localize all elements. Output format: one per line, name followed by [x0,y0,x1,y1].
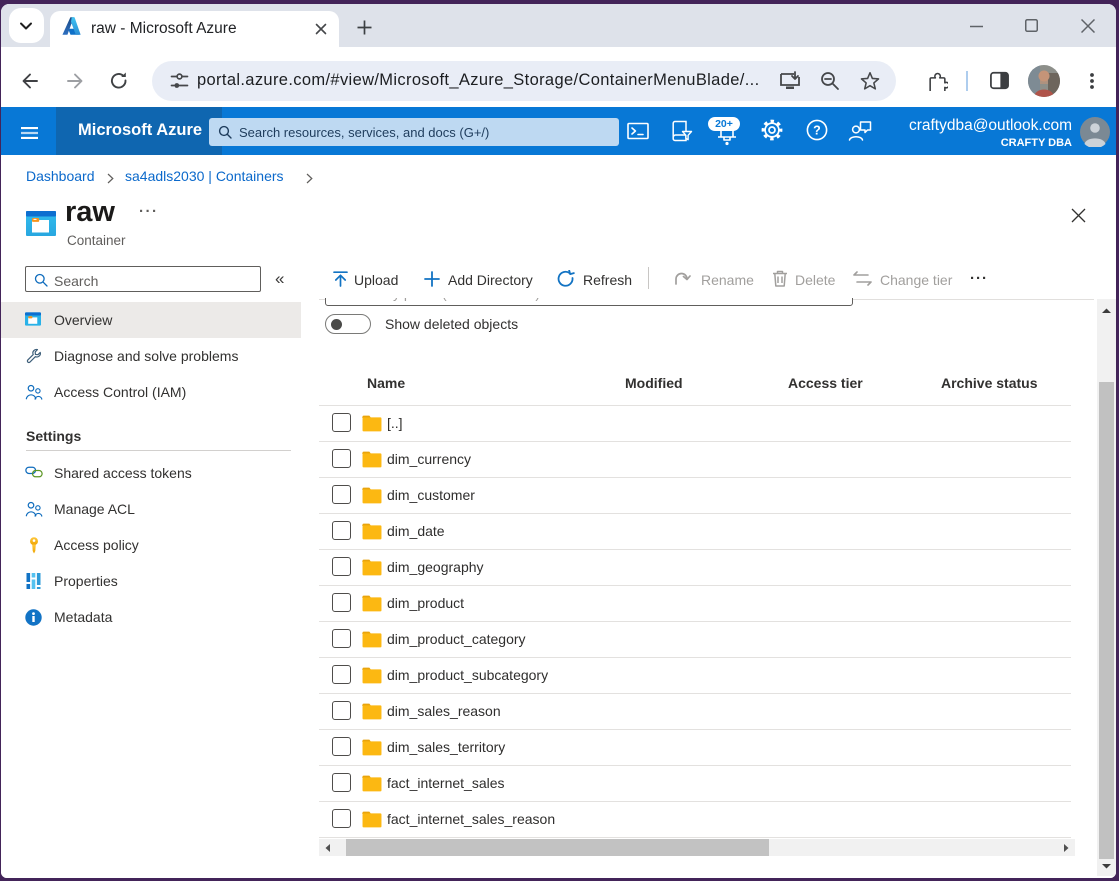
svg-text:?: ? [813,124,821,138]
